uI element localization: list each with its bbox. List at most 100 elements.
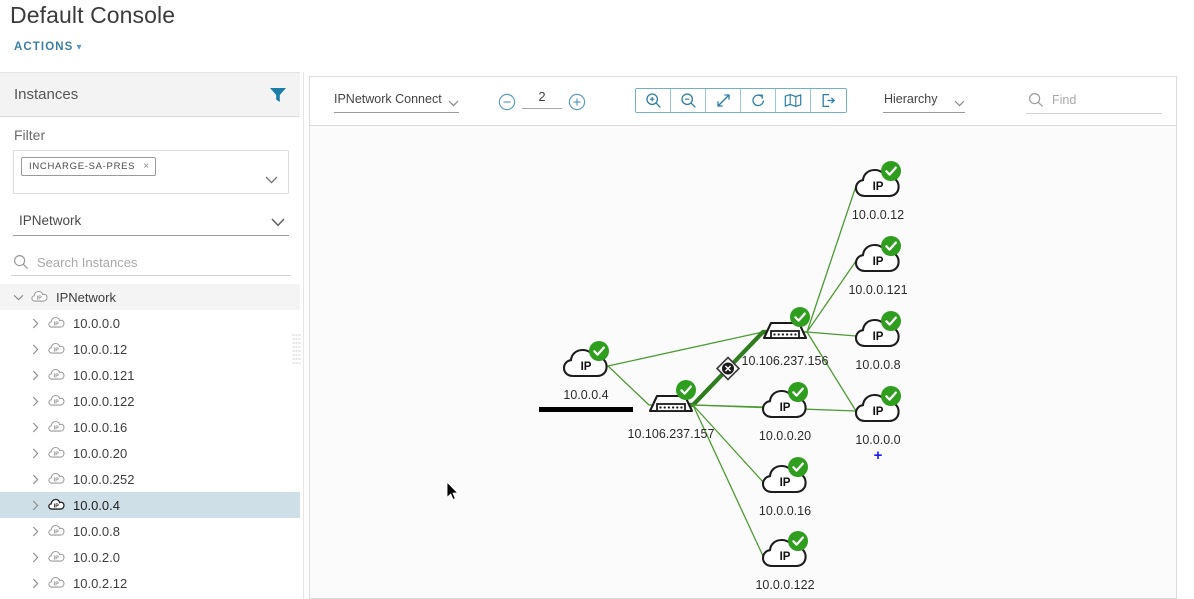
status-ok-badge xyxy=(881,236,901,256)
svg-text:IP: IP xyxy=(54,503,59,509)
topology-node-label: 10.106.237.157 xyxy=(627,427,715,441)
topology-canvas[interactable]: IP IP IP IP IP IP IP IP 10.0.0.4 10.106.237.156 1… xyxy=(310,126,1176,598)
fit-to-screen-button[interactable] xyxy=(706,89,741,112)
zoom-level-stepper[interactable]: 2 xyxy=(490,89,590,116)
tree-item-10-0-2-12[interactable]: IP 10.0.2.12 xyxy=(0,570,300,596)
chevron-right-icon[interactable] xyxy=(28,524,42,538)
map-tool-buttons[interactable] xyxy=(635,88,847,113)
topology-node-label: 10.0.0.4 xyxy=(563,388,609,402)
panel-divider xyxy=(303,72,304,599)
topology-node-10-0-0-0[interactable]: IP xyxy=(854,386,901,423)
tree-item-10-0-0-121[interactable]: IP 10.0.0.121 xyxy=(0,362,300,388)
filter-icon[interactable] xyxy=(270,88,286,107)
tree-item-10-0-0-0[interactable]: IP 10.0.0.0 xyxy=(0,310,300,336)
chevron-down-icon[interactable] xyxy=(271,214,285,232)
tree-item-label: 10.0.0.121 xyxy=(73,367,135,383)
tree-item-10-0-0-4[interactable]: IP 10.0.0.4 xyxy=(0,492,300,518)
topology-node-10-0-0-8[interactable]: IP xyxy=(854,311,901,348)
topology-links xyxy=(586,185,878,557)
chevron-right-icon[interactable] xyxy=(28,576,42,590)
tree-item-label: 10.0.0.0 xyxy=(73,315,120,331)
chevron-down-icon[interactable] xyxy=(11,290,25,304)
view-select[interactable]: IPNetwork Connectiv xyxy=(334,91,459,113)
ip-network-cloud-icon: IP xyxy=(48,523,65,540)
topology-node-label: 10.0.0.12 xyxy=(851,208,905,222)
close-icon[interactable]: × xyxy=(143,161,150,172)
hierarchy-select[interactable]: Hierarchy xyxy=(883,91,965,113)
expand-plus-icon[interactable]: + xyxy=(874,447,883,464)
svg-text:IP: IP xyxy=(54,555,59,561)
tree-item-10-0-0-12[interactable]: IP 10.0.0.12 xyxy=(0,336,300,362)
chevron-right-icon[interactable] xyxy=(28,316,42,330)
refresh-button[interactable] xyxy=(741,89,776,112)
status-ok-badge xyxy=(788,457,808,477)
filter-chip[interactable]: INCHARGE-SA-PRES × xyxy=(21,157,156,176)
chevron-right-icon[interactable] xyxy=(28,342,42,356)
chevron-right-icon[interactable] xyxy=(28,550,42,564)
topology-node-label: 10.0.0.8 xyxy=(855,358,901,372)
topology-node-10-0-0-121[interactable]: IP xyxy=(854,236,901,273)
chevron-down-icon: ▾ xyxy=(76,42,83,53)
status-ok-badge xyxy=(881,386,901,406)
zoom-in-button[interactable] xyxy=(636,89,671,112)
filter-multiselect[interactable]: INCHARGE-SA-PRES × xyxy=(13,150,289,194)
ip-network-cloud-icon: IP xyxy=(31,289,48,306)
zoom-out-button[interactable] xyxy=(671,89,706,112)
tree-item-10-0-0-16[interactable]: IP 10.0.0.16 xyxy=(0,414,300,440)
search-icon xyxy=(1028,92,1044,113)
svg-text:IP: IP xyxy=(873,256,884,268)
topology-node-10-0-0-122[interactable]: IP xyxy=(761,531,808,568)
instances-tree[interactable]: IP IPNetwork IP 10.0.0.0 IP 10.0.0.12 IP 10.0.0… xyxy=(0,284,300,596)
tree-item-label: 10.0.0.122 xyxy=(73,393,135,409)
svg-text:IP: IP xyxy=(54,373,59,379)
svg-text:IP: IP xyxy=(54,581,59,587)
tree-item-label: 10.0.0.8 xyxy=(73,523,120,539)
panel-resize-grip[interactable] xyxy=(292,334,301,364)
chevron-right-icon[interactable] xyxy=(28,394,42,408)
status-ok-badge xyxy=(788,531,808,551)
topology-node-10-106-237-157[interactable] xyxy=(648,380,696,413)
tree-item-label: 10.0.0.16 xyxy=(73,419,128,435)
zoom-increase-button[interactable] xyxy=(568,93,586,116)
svg-text:IP: IP xyxy=(54,347,59,353)
chevron-right-icon[interactable] xyxy=(28,368,42,382)
topology-node-10-0-0-12[interactable]: IP xyxy=(854,161,901,198)
chevron-down-icon[interactable] xyxy=(265,171,278,189)
topology-node-10-0-0-16[interactable]: IP xyxy=(761,457,808,494)
actions-menu-button[interactable]: ACTIONS ▾ xyxy=(14,41,83,53)
topology-node-10-0-0-20[interactable]: IP xyxy=(761,382,808,419)
find-input[interactable] xyxy=(1050,90,1158,110)
status-ok-badge xyxy=(881,161,901,181)
chevron-right-icon[interactable] xyxy=(28,446,42,460)
zoom-decrease-button[interactable] xyxy=(498,93,516,116)
tree-item-IPNetwork[interactable]: IP IPNetwork xyxy=(0,284,300,310)
chevron-down-icon[interactable] xyxy=(448,94,459,112)
zoom-level-value[interactable]: 2 xyxy=(522,89,562,109)
chevron-down-icon[interactable] xyxy=(954,94,965,112)
tree-item-label: 10.0.0.252 xyxy=(73,471,135,487)
svg-text:IP: IP xyxy=(873,406,884,418)
map-overview-button[interactable] xyxy=(776,89,811,112)
topology-node-10-106-237-156[interactable] xyxy=(762,307,810,340)
svg-text:IP: IP xyxy=(581,361,592,373)
hierarchy-select-value: Hierarchy xyxy=(884,92,938,106)
chevron-right-icon[interactable] xyxy=(28,498,42,512)
instances-panel-title: Instances xyxy=(14,86,79,103)
tree-item-10-0-0-252[interactable]: IP 10.0.0.252 xyxy=(0,466,300,492)
tree-item-10-0-0-122[interactable]: IP 10.0.0.122 xyxy=(0,388,300,414)
status-ok-badge xyxy=(676,380,696,400)
tree-item-10-0-0-20[interactable]: IP 10.0.0.20 xyxy=(0,440,300,466)
svg-text:IP: IP xyxy=(54,529,59,535)
tree-item-label: 10.0.0.20 xyxy=(73,445,128,461)
tree-item-10-0-2-0[interactable]: IP 10.0.2.0 xyxy=(0,544,300,570)
search-instances-input[interactable] xyxy=(35,252,285,273)
search-instances-row[interactable] xyxy=(11,252,291,276)
tree-item-10-0-0-8[interactable]: IP 10.0.0.8 xyxy=(0,518,300,544)
instance-type-select[interactable]: IPNetwork xyxy=(13,210,289,236)
chevron-right-icon[interactable] xyxy=(28,472,42,486)
chevron-right-icon[interactable] xyxy=(28,420,42,434)
topology-node-10-0-0-4[interactable]: IP xyxy=(562,341,609,378)
topology-node-label: 10.0.0.122 xyxy=(755,578,815,592)
find-row[interactable] xyxy=(1026,90,1162,114)
export-button[interactable] xyxy=(811,89,846,112)
